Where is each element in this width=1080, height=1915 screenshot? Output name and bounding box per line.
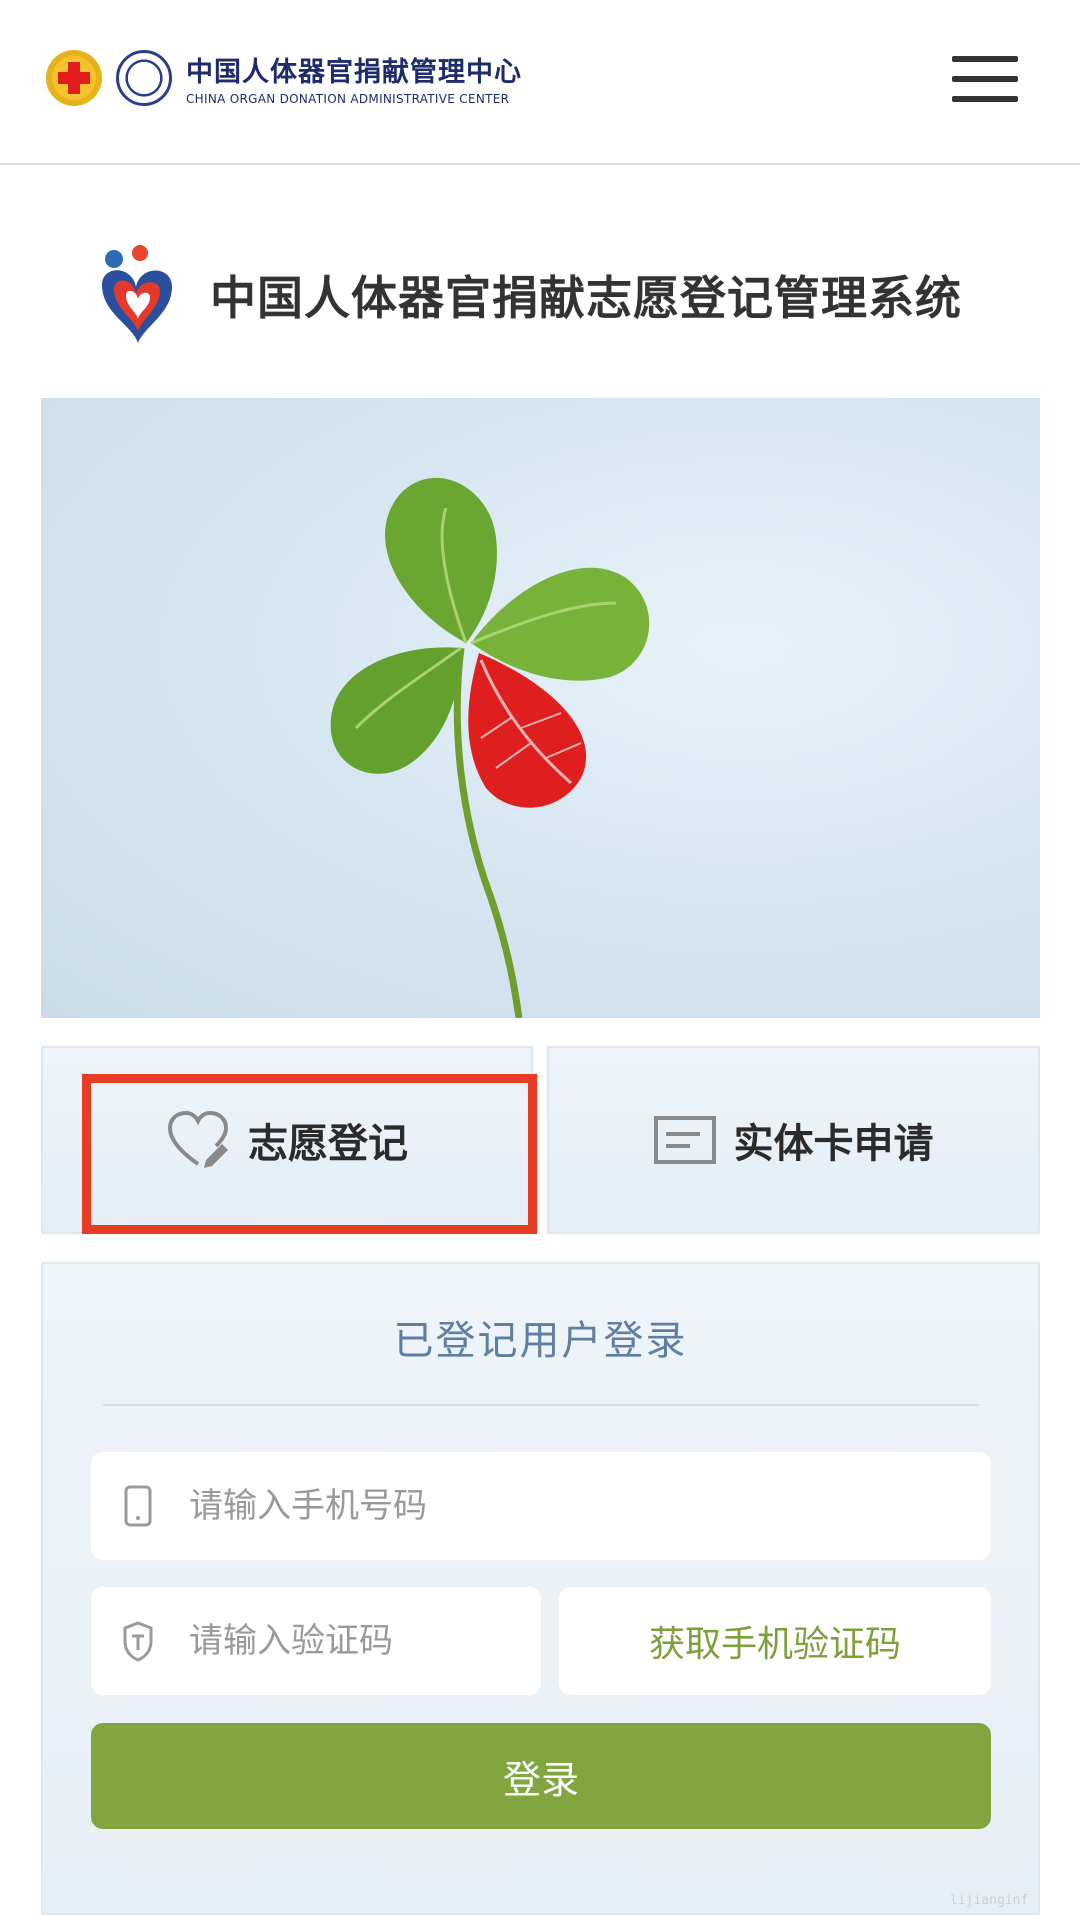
hero-banner <box>41 398 1040 1018</box>
system-logo-icon <box>102 245 172 343</box>
system-title-row: 中国人体器官捐献志愿登记管理系统 <box>92 245 962 345</box>
volunteer-register-label: 志愿登记 <box>248 1121 408 1167</box>
volunteer-register-button[interactable]: 志愿登记 <box>41 1046 533 1234</box>
org-name-cn: 中国人体器官捐献管理中心 <box>186 57 522 88</box>
phone-icon <box>124 1485 152 1527</box>
system-title: 中国人体器官捐献志愿登记管理系统 <box>210 271 962 325</box>
shield-icon <box>123 1621 153 1662</box>
phone-field[interactable] <box>91 1452 991 1560</box>
four-leaf-clover-illustration <box>330 477 650 1018</box>
org-name-en: CHINA ORGAN DONATION ADMINISTRATIVE CENT… <box>186 92 510 106</box>
phone-input[interactable] <box>189 1486 991 1526</box>
org-branding[interactable]: 中国人体器官捐献管理中心 CHINA ORGAN DONATION ADMINI… <box>46 50 522 106</box>
physical-card-apply-label: 实体卡申请 <box>733 1121 934 1167</box>
card-icon <box>653 1116 716 1164</box>
verification-code-input[interactable] <box>189 1621 541 1661</box>
heart-pen-icon <box>167 1110 229 1168</box>
login-button[interactable]: 登录 <box>91 1723 991 1829</box>
get-sms-code-button[interactable]: 获取手机验证码 <box>559 1587 991 1695</box>
hamburger-menu-icon[interactable] <box>952 56 1018 108</box>
organ-donation-seal-icon <box>116 50 172 106</box>
verification-code-field[interactable] <box>91 1587 541 1695</box>
org-name-block: 中国人体器官捐献管理中心 CHINA ORGAN DONATION ADMINI… <box>186 50 522 106</box>
login-panel: 已登记用户登录 获取手机验证码 登录 <box>41 1262 1040 1915</box>
login-title: 已登记用户登录 <box>393 1318 688 1364</box>
red-cross-logo-icon <box>46 50 102 106</box>
physical-card-apply-button[interactable]: 实体卡申请 <box>547 1046 1040 1234</box>
login-divider <box>103 1404 979 1406</box>
watermark-text: lijianginf <box>950 1893 1029 1908</box>
top-header: 中国人体器官捐献管理中心 CHINA ORGAN DONATION ADMINI… <box>0 0 1080 165</box>
